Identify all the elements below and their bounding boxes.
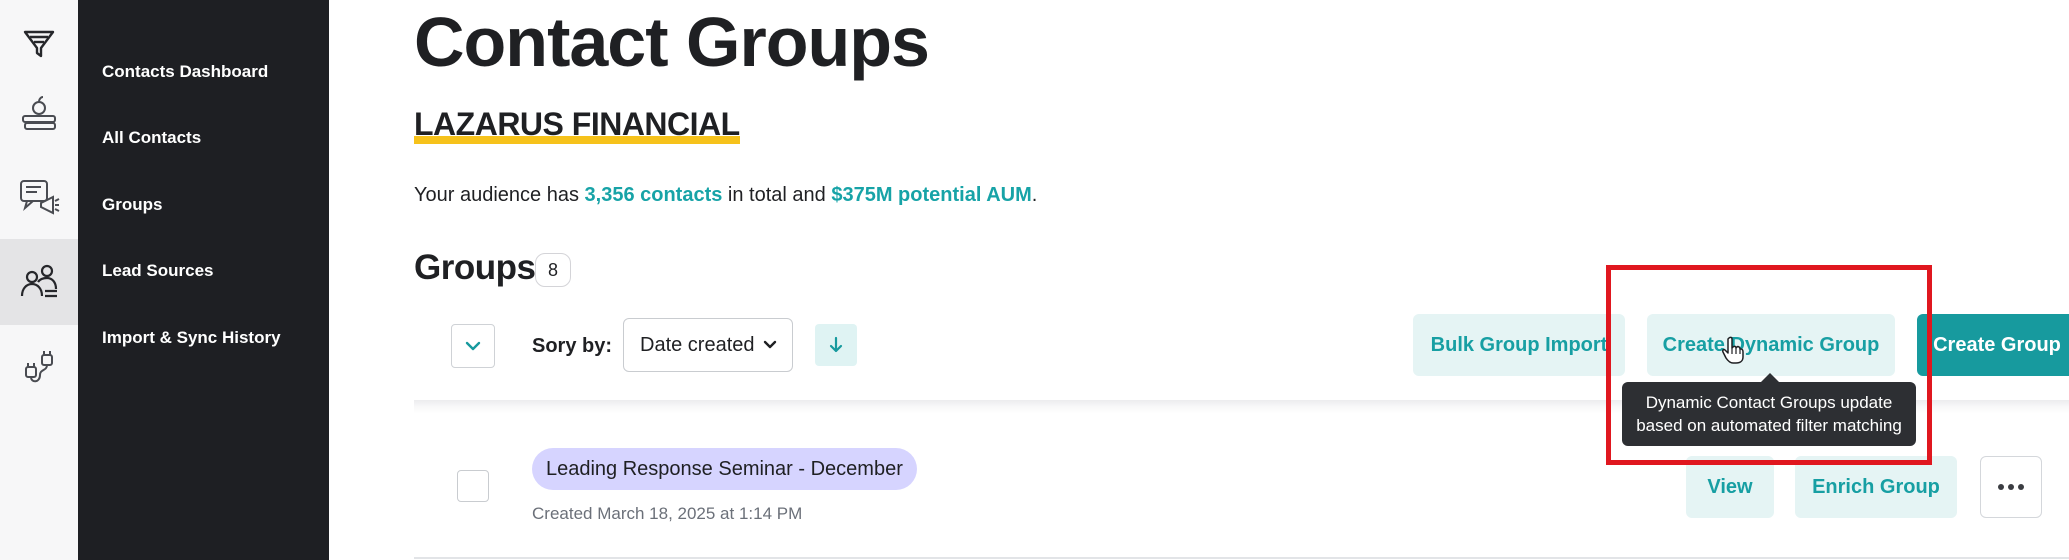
rail-item-contacts[interactable] bbox=[0, 239, 78, 325]
funnel-icon bbox=[23, 30, 55, 58]
group-created-date: Created March 18, 2025 at 1:14 PM bbox=[532, 504, 803, 523]
books-apple-icon bbox=[22, 96, 56, 130]
people-icon bbox=[20, 264, 58, 298]
megaphone-chat-icon bbox=[20, 180, 60, 215]
sidebar-item-groups[interactable]: Groups bbox=[102, 195, 162, 215]
potential-aum: $375M potential AUM bbox=[831, 184, 1032, 206]
highlight-annotation-box bbox=[1606, 265, 1932, 465]
audience-summary: Your audience has 3,356 contacts in tota… bbox=[414, 182, 1037, 208]
view-group-button[interactable]: View bbox=[1686, 456, 1774, 518]
summary-suffix: . bbox=[1031, 184, 1038, 206]
hand-cursor-icon bbox=[1722, 336, 1744, 364]
sort-select[interactable]: Date created bbox=[623, 318, 793, 372]
group-row-checkbox[interactable] bbox=[457, 470, 489, 502]
sort-label: Sory by: bbox=[532, 335, 613, 357]
bulk-group-import-button[interactable]: Bulk Group Import bbox=[1413, 314, 1625, 376]
more-options-button[interactable] bbox=[1980, 456, 2042, 518]
select-all-dropdown[interactable] bbox=[451, 324, 495, 368]
sidebar-item-lead-sources[interactable]: Lead Sources bbox=[102, 261, 214, 281]
sidebar-item-import-sync-history[interactable]: Import & Sync History bbox=[102, 328, 281, 348]
groups-count-badge: 8 bbox=[535, 253, 571, 287]
arrow-down-icon bbox=[829, 336, 843, 353]
plug-cable-icon bbox=[25, 351, 53, 383]
groups-heading: Groups bbox=[414, 248, 536, 287]
organization-name: LAZARUS FINANCIAL bbox=[414, 106, 740, 142]
ellipsis-icon bbox=[1998, 484, 2024, 490]
enrich-group-button[interactable]: Enrich Group bbox=[1795, 456, 1957, 518]
create-group-button[interactable]: Create Group bbox=[1917, 314, 2069, 376]
sidebar-item-contacts-dashboard[interactable]: Contacts Dashboard bbox=[102, 62, 268, 82]
rail-item-marketing[interactable] bbox=[0, 154, 78, 240]
page-title: Contact Groups bbox=[414, 3, 930, 81]
sidebar-item-all-contacts[interactable]: All Contacts bbox=[102, 128, 201, 148]
rail-item-integrations[interactable] bbox=[0, 323, 78, 409]
icon-rail bbox=[0, 0, 78, 560]
sort-direction-button[interactable] bbox=[815, 324, 857, 366]
chevron-down-icon bbox=[465, 341, 481, 351]
contacts-count: 3,356 contacts bbox=[584, 184, 723, 206]
summary-prefix: Your audience has bbox=[414, 184, 585, 206]
summary-middle: in total and bbox=[722, 184, 832, 206]
chevron-down-icon bbox=[763, 340, 777, 349]
row-divider bbox=[414, 557, 2069, 559]
sidebar: Contacts Dashboard All Contacts Groups L… bbox=[78, 0, 329, 560]
rail-item-education[interactable] bbox=[0, 70, 78, 156]
group-name-tag[interactable]: Leading Response Seminar - December bbox=[532, 448, 917, 490]
sort-select-value: Date created bbox=[640, 333, 755, 356]
